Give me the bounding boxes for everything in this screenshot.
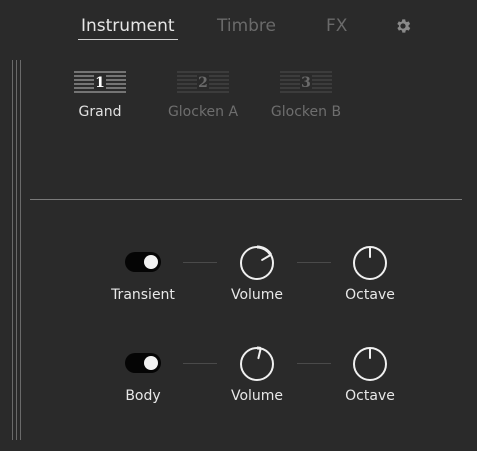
- preset-glocken-b[interactable]: 3 Glocken B: [266, 66, 346, 122]
- layer-row-transient: Transient Volume Octave: [0, 243, 477, 313]
- knob-pointer: [261, 254, 271, 261]
- preset-label: Glocken B: [270, 104, 342, 120]
- body-label: Body: [125, 388, 161, 404]
- connector-line: [183, 363, 217, 364]
- preset-grand[interactable]: 1 Grand: [60, 66, 140, 122]
- octave-label: Octave: [345, 388, 395, 404]
- tab-instrument[interactable]: Instrument: [78, 16, 178, 40]
- body-toggle[interactable]: [125, 353, 161, 373]
- knob-arc: [256, 245, 273, 256]
- transient-toggle[interactable]: [125, 252, 161, 272]
- octave-knob[interactable]: [350, 243, 390, 283]
- gear-icon[interactable]: [394, 17, 412, 35]
- tab-timbre[interactable]: Timbre: [217, 16, 276, 36]
- instrument-panel: Instrument Timbre FX 1 Grand 2 Glocken A…: [0, 0, 477, 451]
- tab-fx[interactable]: FX: [326, 16, 347, 36]
- toggle-thumb: [144, 356, 158, 370]
- volume-label: Volume: [230, 287, 284, 303]
- preset-number: 2: [198, 75, 208, 91]
- staff-icon: 2: [177, 71, 229, 93]
- preset-label: Glocken A: [167, 104, 239, 120]
- octave-knob[interactable]: [350, 344, 390, 384]
- staff-icon: 1: [74, 71, 126, 93]
- preset-glocken-a[interactable]: 2 Glocken A: [163, 66, 243, 122]
- connector-line: [297, 262, 331, 263]
- transient-label: Transient: [111, 287, 175, 303]
- volume-label: Volume: [230, 388, 284, 404]
- connector-line: [183, 262, 217, 263]
- connector-line: [297, 363, 331, 364]
- preset-label: Grand: [78, 104, 122, 120]
- volume-knob[interactable]: [237, 243, 277, 283]
- volume-knob[interactable]: [237, 344, 277, 384]
- preset-number: 1: [95, 75, 105, 91]
- knob-pointer: [257, 348, 262, 360]
- preset-number: 3: [301, 75, 311, 91]
- toggle-thumb: [144, 255, 158, 269]
- layer-row-body: Body Volume Octave: [0, 344, 477, 414]
- staff-icon: 3: [280, 71, 332, 93]
- section-divider: [30, 199, 462, 200]
- octave-label: Octave: [345, 287, 395, 303]
